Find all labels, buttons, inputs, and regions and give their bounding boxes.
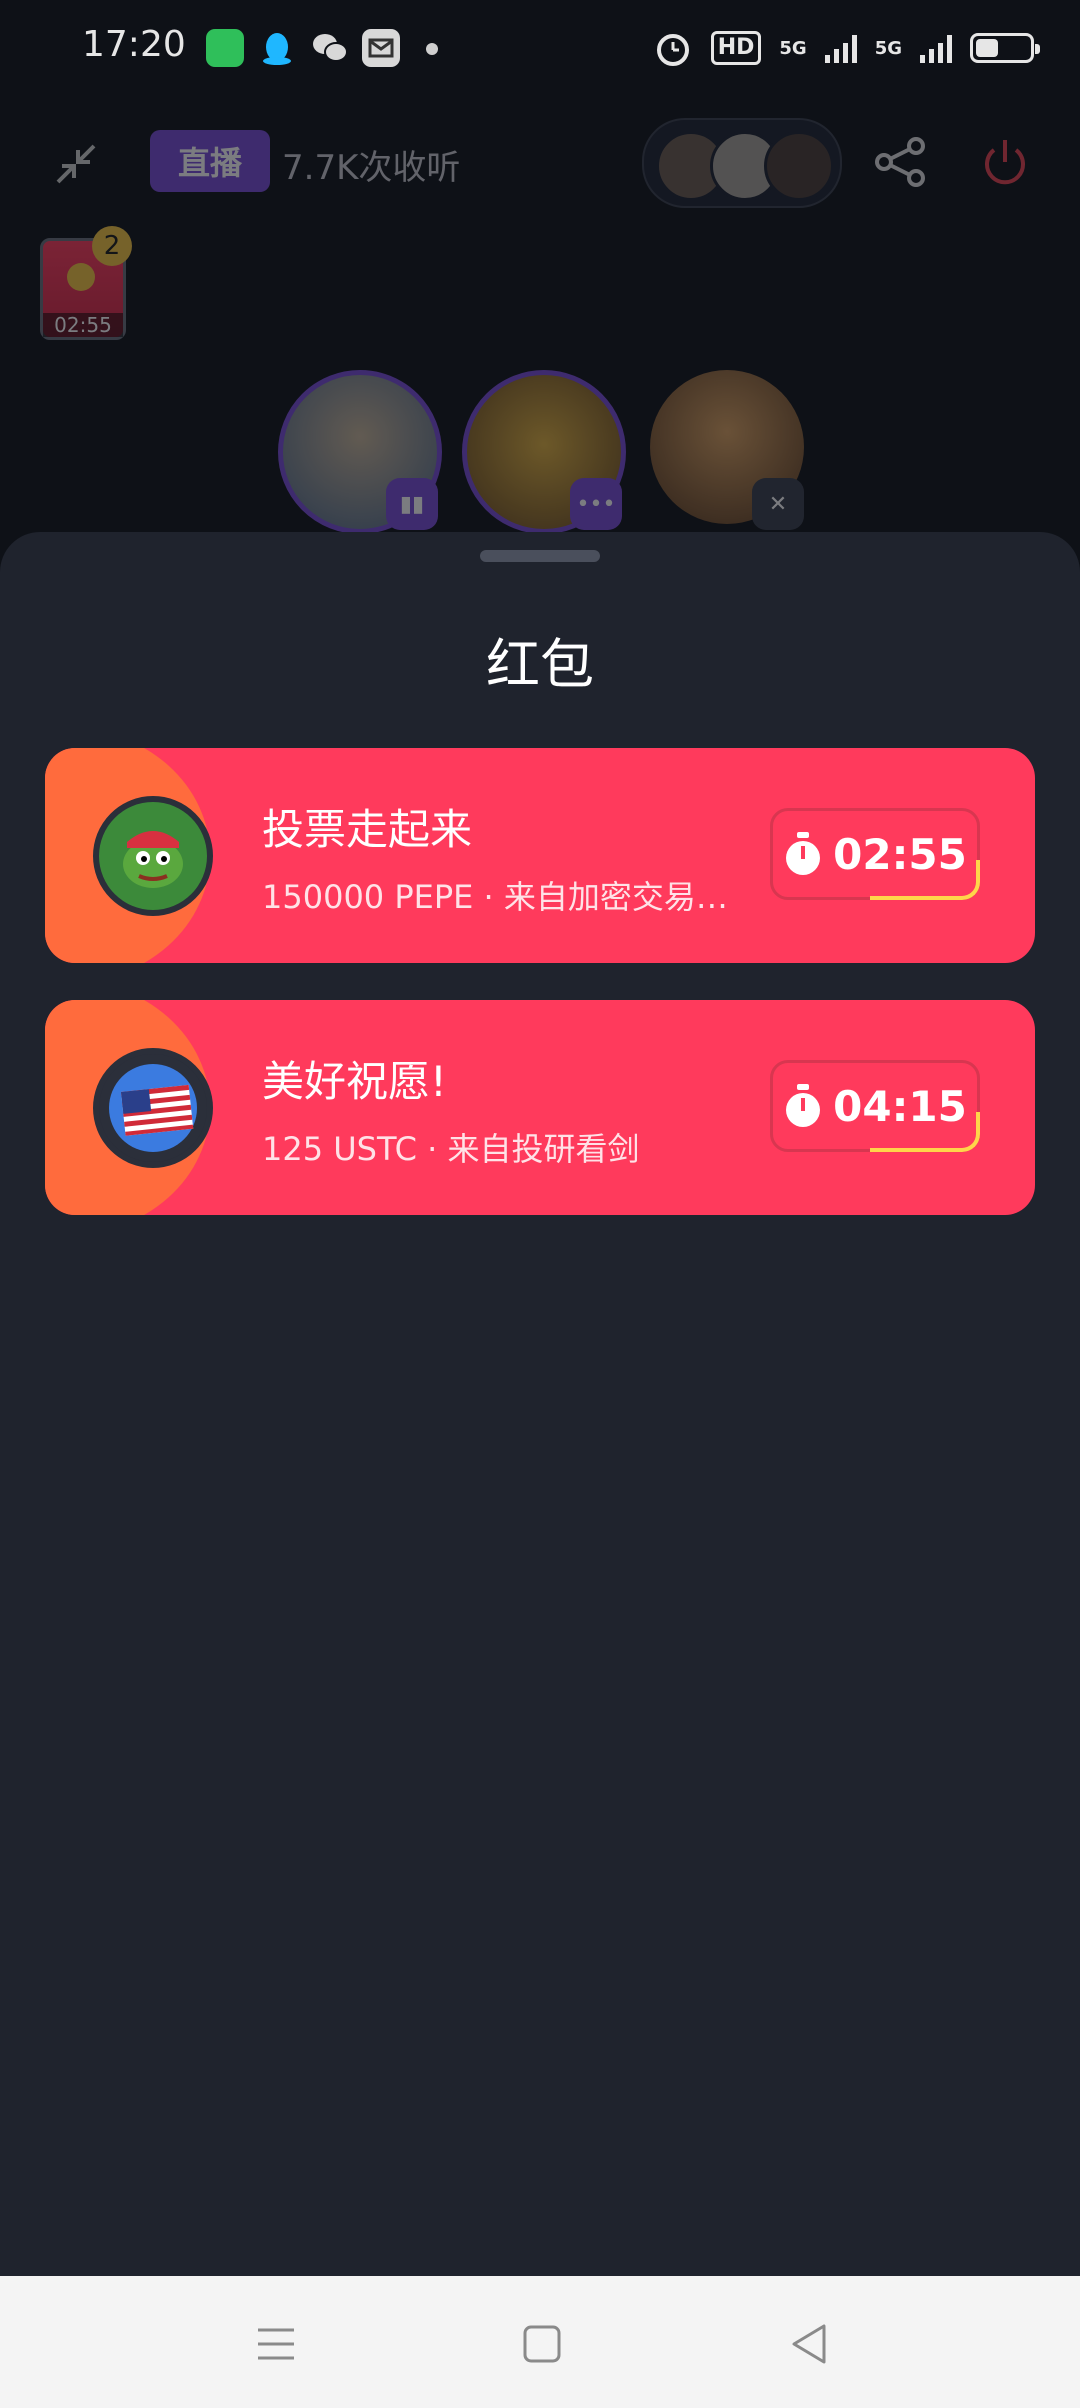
more-icon: ••• — [570, 478, 622, 530]
stopwatch-icon — [786, 1084, 821, 1127]
redpacket-sheet: 红包 投票走起来 150000 PEPE · 来自加密交易… 02:55 美好祝… — [0, 532, 1080, 2276]
avatar — [764, 131, 834, 201]
hd-icon: HD — [710, 31, 762, 65]
packet-title: 美好祝愿! — [262, 1057, 447, 1106]
sheet-drag-handle[interactable] — [480, 550, 600, 562]
live-room-background: 直播 7.7K次收听 02:55 2 ▮▮ ••• ✕ — [0, 96, 1080, 536]
alarm-icon — [656, 34, 689, 66]
packet-subtitle: 125 USTC · 来自投研看剑 — [262, 1130, 640, 1168]
network-label-1: 5G — [779, 37, 807, 59]
redpacket-card[interactable]: 美好祝愿! 125 USTC · 来自投研看剑 04:15 — [45, 1000, 1035, 1215]
redpacket-widget-timer: 02:55 — [43, 313, 123, 337]
pepe-frog-icon — [93, 796, 213, 916]
countdown-timer: 02:55 — [770, 808, 980, 900]
mail-icon — [362, 29, 400, 67]
menu-icon[interactable] — [246, 2314, 306, 2374]
home-icon[interactable] — [512, 2314, 572, 2374]
redpacket-card[interactable]: 投票走起来 150000 PEPE · 来自加密交易… 02:55 — [45, 748, 1035, 963]
us-flag-icon — [93, 1048, 213, 1168]
signal-icon — [824, 33, 857, 63]
back-icon[interactable] — [780, 2314, 840, 2374]
network-label-2: 5G — [874, 37, 902, 59]
share-icon[interactable] — [872, 134, 928, 190]
system-nav-bar — [0, 2276, 1080, 2408]
redpacket-count-badge: 2 — [92, 226, 132, 266]
battery-icon — [970, 33, 1040, 63]
power-icon[interactable] — [976, 134, 1034, 192]
signal-icon-2 — [920, 33, 952, 63]
minimize-icon[interactable] — [48, 136, 104, 192]
notification-dot — [426, 43, 438, 55]
packet-title: 投票走起来 — [262, 805, 473, 854]
status-bar: 17:20 HD 5G 5G — [0, 0, 1080, 96]
speaking-icon: ▮▮ — [386, 478, 438, 530]
live-badge: 直播 — [150, 130, 270, 192]
wechat-icon — [310, 29, 348, 67]
sheet-title: 红包 — [486, 633, 594, 696]
timer-progress-arc — [870, 1112, 980, 1152]
listener-count: 7.7K次收听 — [282, 148, 461, 188]
status-time: 17:20 — [82, 24, 186, 65]
qq-icon — [258, 29, 296, 67]
mic-muted-icon: ✕ — [752, 478, 804, 530]
audience-avatars[interactable] — [642, 118, 842, 208]
timer-progress-arc — [870, 860, 980, 900]
messages-icon — [206, 29, 244, 67]
packet-subtitle: 150000 PEPE · 来自加密交易… — [262, 878, 728, 916]
countdown-timer: 04:15 — [770, 1060, 980, 1152]
stopwatch-icon — [786, 832, 821, 875]
